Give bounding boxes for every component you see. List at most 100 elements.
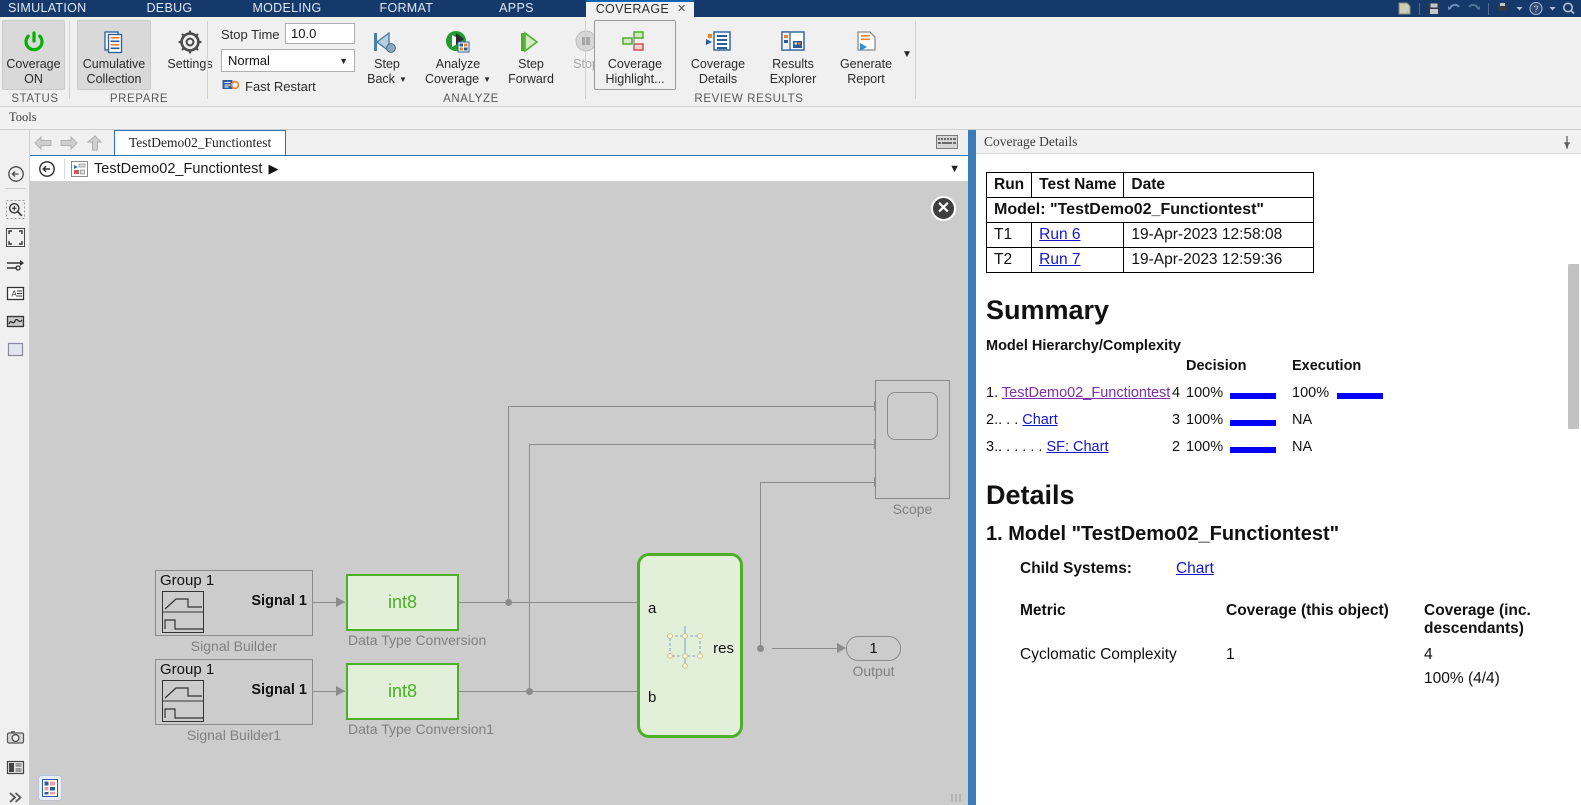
pin-icon[interactable]: [1561, 135, 1573, 154]
coverage-details-button[interactable]: Coverage Details: [680, 20, 756, 90]
canvas-resize-grip[interactable]: [951, 793, 965, 803]
panel-splitter[interactable]: [968, 130, 976, 805]
stop-time-input[interactable]: 10.0: [285, 23, 355, 44]
chevron-down-icon-analyze[interactable]: ▼: [483, 72, 491, 87]
wire-v-scope-3: [760, 482, 761, 648]
block-scope[interactable]: Scope: [875, 380, 950, 517]
review-overflow-chevron[interactable]: ▼: [902, 49, 912, 60]
breadcrumb-back-icon[interactable]: [36, 158, 58, 180]
wire-junction-b: [526, 688, 533, 695]
keyboard-icon[interactable]: [936, 135, 958, 154]
generate-report-button[interactable]: Generate Report: [830, 20, 902, 90]
tab-debug[interactable]: DEBUG: [146, 0, 192, 17]
coverage-highlight-button[interactable]: Coverage Highlight...: [594, 20, 676, 90]
block-data-type-conversion[interactable]: int8 Data Type Conversion: [346, 574, 486, 648]
help-icon[interactable]: ?: [1528, 1, 1544, 16]
link-run-7[interactable]: Run 7: [1039, 251, 1080, 268]
group-caption-status: STATUS: [11, 93, 59, 105]
tab-format[interactable]: FORMAT: [380, 0, 434, 17]
simulation-mode-select[interactable]: Normal ▼: [221, 49, 355, 72]
block-signal-builder1[interactable]: Group 1 Signal 1 Signal Builder1: [155, 659, 313, 743]
new-model-icon[interactable]: [1397, 1, 1413, 16]
analyze-coverage-label-row: Coverage ▼: [425, 72, 491, 87]
coverage-details-icon: [703, 27, 733, 57]
link-testdemo02-functiontest[interactable]: TestDemo02_Functiontest: [1002, 385, 1170, 401]
save-icon[interactable]: [1426, 1, 1442, 16]
scope-viewer-icon[interactable]: [6, 312, 25, 331]
step-forward-button[interactable]: Step Forward: [500, 20, 562, 90]
table-row: T2 Run 7 19-Apr-2023 12:59:36: [985, 247, 1315, 273]
expand-more-icon[interactable]: [6, 788, 25, 805]
annotation-icon[interactable]: A: [6, 284, 25, 303]
breadcrumb-dropdown-icon[interactable]: ▼: [949, 163, 960, 175]
quick-access-toolbar: ?: [1397, 0, 1577, 17]
signal-builder-signal-label: Signal 1: [251, 593, 307, 609]
cumulative-collection-button[interactable]: Cumulative Collection: [77, 20, 151, 90]
block-chart[interactable]: a b res: [637, 553, 743, 738]
block-data-type-conversion1[interactable]: int8 Data Type Conversion1: [346, 663, 494, 737]
forward-arrow-icon[interactable]: [56, 132, 82, 154]
model-icon: [71, 160, 88, 177]
block-label-signal-builder1: Signal Builder1: [186, 727, 282, 743]
wire-arrow-sb1: [336, 686, 345, 696]
signal-routing-icon[interactable]: [6, 256, 25, 275]
up-arrow-icon[interactable]: [82, 132, 108, 154]
wire-arrow-sb: [336, 597, 345, 607]
chevron-down-icon-2[interactable]: [1548, 1, 1557, 16]
model-canvas[interactable]: ✕ Group 1 Signal 1 Signal Builder Group …: [30, 182, 968, 805]
zoom-in-icon[interactable]: [6, 200, 25, 219]
scrollbar-thumb[interactable]: [1568, 264, 1579, 429]
navigate-up-icon[interactable]: [6, 164, 25, 183]
editor-tab-model[interactable]: TestDemo02_Functiontest: [114, 130, 287, 155]
signal-builder1-signal-label: Signal 1: [251, 682, 307, 698]
documents-icon: [101, 27, 127, 57]
coverage-panel-scrollbar[interactable]: [1566, 154, 1581, 805]
link-sf-chart[interactable]: SF: Chart: [1046, 439, 1108, 455]
coverage-highlight-label-2: Highlight...: [605, 72, 665, 86]
dtc1-type-label: int8: [387, 681, 418, 701]
block-output[interactable]: 1 Output: [846, 636, 901, 679]
link-run-6[interactable]: Run 6: [1039, 226, 1080, 243]
chevron-down-icon-1[interactable]: [1515, 1, 1524, 16]
analyze-coverage-label-1: Analyze: [435, 57, 481, 71]
analyze-coverage-button[interactable]: Analyze Coverage ▼: [417, 20, 499, 90]
hierarchy-col-execution: Execution: [1292, 358, 1362, 374]
hierarchy-row-2: 2.. . . Chart 3 100% NA: [986, 412, 1567, 439]
breadcrumb-model-name[interactable]: TestDemo02_Functiontest: [94, 161, 262, 177]
canvas-close-icon[interactable]: ✕: [931, 196, 956, 221]
fast-restart-button[interactable]: Fast Restart: [222, 78, 316, 95]
step-back-label-2: Back: [367, 72, 395, 86]
canvas-layout-badge-icon[interactable]: [38, 775, 62, 801]
step-forward-label-1: Step: [518, 57, 544, 71]
layout-panels-icon[interactable]: [6, 758, 25, 777]
qa-separator-2: [1488, 2, 1489, 15]
chevron-down-icon-stepback[interactable]: ▼: [399, 72, 407, 87]
dtc-type-label: int8: [387, 592, 418, 612]
camera-snapshot-icon[interactable]: [6, 728, 25, 747]
link-chart[interactable]: Chart: [1022, 412, 1057, 428]
coverage-on-label-1: Coverage: [6, 57, 61, 71]
undo-icon[interactable]: [1446, 1, 1462, 16]
print-icon[interactable]: [1495, 1, 1511, 16]
block-signal-builder[interactable]: Group 1 Signal 1 Signal Builder: [155, 570, 313, 654]
summary-heading: Summary: [986, 295, 1110, 325]
link-child-system-chart[interactable]: Chart: [1176, 560, 1214, 578]
tab-simulation[interactable]: SIMULATION: [8, 0, 86, 17]
back-arrow-icon[interactable]: [30, 132, 56, 154]
ribbon-group-status: Coverage ON STATUS: [0, 17, 70, 107]
tab-apps[interactable]: APPS: [499, 0, 534, 17]
col-test-name: Test Name: [1031, 172, 1125, 198]
step-back-button[interactable]: Step Back ▼: [358, 20, 416, 90]
fit-to-view-icon[interactable]: [6, 228, 25, 247]
group-divider-4: [915, 21, 916, 99]
tab-coverage[interactable]: COVERAGE ✕: [585, 0, 695, 18]
area-block-icon[interactable]: [6, 340, 25, 359]
output-port-number: 1: [869, 640, 878, 657]
ribbon-tab-strip: SIMULATION DEBUG MODELING FORMAT APPS CO…: [0, 0, 1581, 17]
results-explorer-button[interactable]: Results Explorer: [758, 20, 828, 90]
coverage-on-button[interactable]: Coverage ON: [2, 20, 65, 90]
tab-modeling[interactable]: MODELING: [252, 0, 321, 17]
search-icon[interactable]: [1561, 1, 1577, 16]
generate-report-icon: [851, 27, 881, 57]
close-icon[interactable]: ✕: [677, 1, 686, 18]
